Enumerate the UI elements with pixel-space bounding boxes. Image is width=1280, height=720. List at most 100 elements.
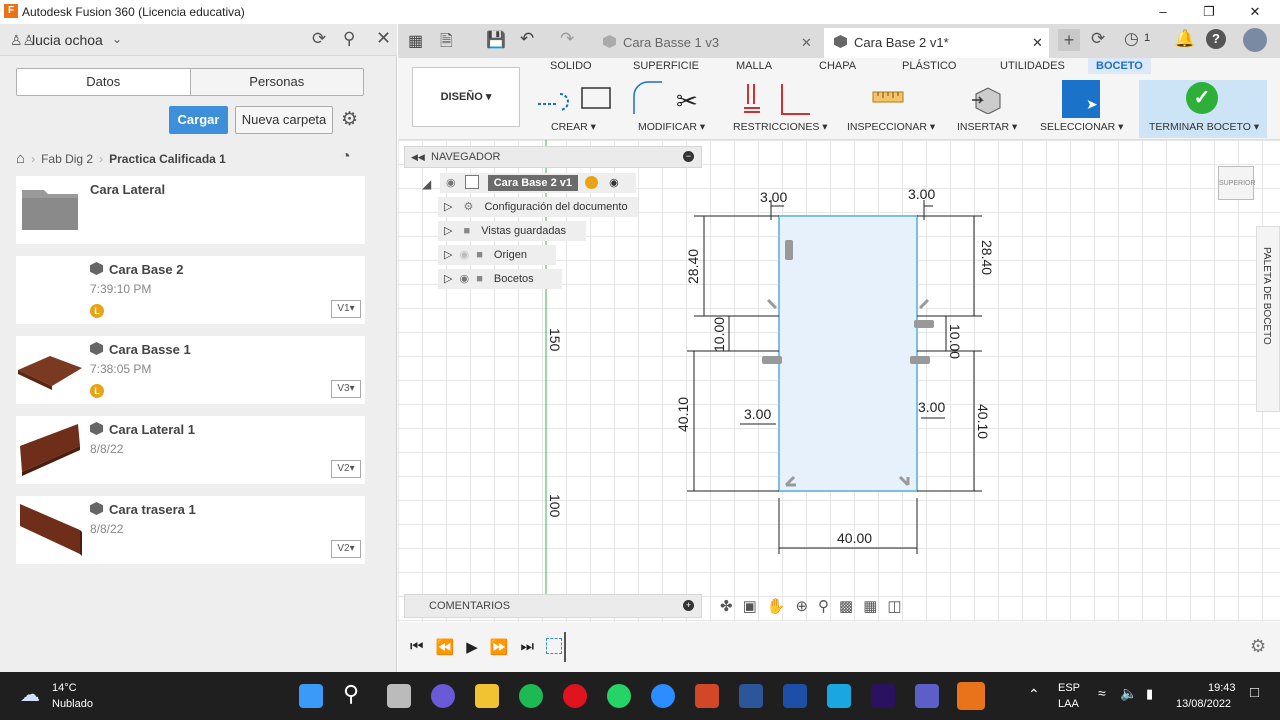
grid-settings-icon[interactable]: ▦ [863, 597, 877, 615]
chevron-down-icon[interactable]: ⌄ [112, 32, 122, 46]
rectangle-icon[interactable] [581, 87, 611, 109]
eye-icon[interactable]: ◉ [446, 177, 456, 189]
version-dropdown[interactable]: V3▾ [331, 380, 361, 398]
tab-personas[interactable]: Personas [191, 69, 364, 95]
word-icon[interactable] [739, 684, 763, 708]
close-tab-icon[interactable]: ✕ [1032, 28, 1043, 58]
timeline-marker[interactable] [564, 632, 566, 662]
expand-triangle-icon[interactable]: ▷ [444, 201, 452, 213]
close-tab-icon[interactable]: ✕ [801, 28, 812, 58]
pan-hand-icon[interactable]: ✋ [767, 597, 786, 615]
tab-datos[interactable]: Datos [17, 69, 191, 95]
list-item[interactable]: Cara Base 2 7:39:10 PM L V1▾ [16, 256, 365, 324]
group-restricciones[interactable]: RESTRICCIONES ▾ [733, 121, 828, 133]
browser-node-settings[interactable]: ▷ ⚙ Configuración del documento [438, 197, 638, 217]
group-seleccionar[interactable]: SELECCIONAR ▾ [1040, 121, 1123, 133]
insert-image-icon[interactable] [970, 82, 1004, 114]
go-to-start-icon[interactable]: ⏮ [410, 638, 424, 656]
search-icon[interactable]: ⚲ [343, 29, 355, 49]
wifi-icon[interactable]: ≈ [1098, 685, 1106, 701]
viewports-icon[interactable]: ◫ [887, 597, 901, 615]
powerpoint-icon[interactable] [695, 684, 719, 708]
orbit-icon[interactable]: ✤ [720, 597, 733, 615]
close-panel-icon[interactable]: ✕ [376, 28, 391, 49]
undo-icon[interactable]: ↶ [520, 29, 534, 49]
list-item[interactable]: Cara Basse 1 7:38:05 PM L V3▾ [16, 336, 365, 404]
tab-superficie[interactable]: SUPERFICIE [633, 60, 699, 72]
minimize-button[interactable]: – [1148, 2, 1178, 22]
fusion-360-icon[interactable] [957, 682, 985, 710]
upload-button[interactable]: Cargar [169, 106, 228, 134]
maximize-button[interactable]: ❐ [1194, 2, 1224, 22]
user-name[interactable]: lucia ochoa [32, 32, 103, 48]
coincident-constraint-icon[interactable] [744, 84, 760, 113]
tab-boceto[interactable]: BOCETO [1088, 58, 1151, 74]
job-status-icon[interactable]: ◷ [1124, 29, 1139, 49]
go-to-end-icon[interactable]: ⏭ [520, 638, 534, 656]
notifications-bell-icon[interactable]: 🔔 [1174, 29, 1195, 49]
opera-icon[interactable] [563, 684, 587, 708]
file-menu-icon[interactable]: 🗎 [440, 30, 453, 57]
browser-node-sketches[interactable]: ▷ ◉ ■ Bocetos [438, 269, 562, 289]
volume-icon[interactable]: 🔈 [1120, 685, 1137, 702]
tab-chapa[interactable]: CHAPA [819, 60, 856, 72]
viewcube[interactable]: SUPERIOR [1218, 166, 1256, 200]
battery-icon[interactable]: ▮ [1146, 686, 1153, 702]
comments-panel[interactable]: COMENTARIOS + [404, 594, 702, 618]
version-dropdown[interactable]: V1▾ [331, 300, 361, 318]
list-item[interactable]: Cara Lateral 1 8/8/22 V2▾ [16, 416, 365, 484]
tab-cara-base-2[interactable]: Cara Base 2 v1* ✕ [824, 28, 1049, 58]
collapse-browser-icon[interactable]: − [683, 151, 694, 162]
grid-apps-icon[interactable]: ▦ [408, 31, 423, 51]
browser-node-views[interactable]: ▷ ■ Vistas guardadas [438, 221, 586, 241]
tab-solido[interactable]: SOLIDO [550, 60, 592, 72]
breadcrumb-project[interactable]: Fab Dig 2 [41, 152, 93, 166]
tab-malla[interactable]: MALLA [736, 60, 772, 72]
browser-root-node[interactable]: ◉ Cara Base 2 v1 ◉ [440, 173, 636, 193]
expand-root-icon[interactable]: ◢ [422, 177, 431, 191]
globe-icon[interactable]: ◔ [341, 148, 351, 166]
browser-node-origin[interactable]: ▷ ◉ ■ Origen [438, 245, 556, 265]
list-item[interactable]: Cara Lateral [16, 176, 365, 244]
look-at-icon[interactable]: ▣ [743, 597, 757, 615]
edge-icon[interactable] [827, 684, 851, 708]
zoom-icon[interactable]: ⊕ [795, 597, 808, 615]
file-explorer-icon[interactable] [475, 684, 499, 708]
group-modificar[interactable]: MODIFICAR ▾ [638, 121, 705, 133]
clock-time[interactable]: 19:43 [1208, 682, 1236, 694]
notifications-icon[interactable]: □ [1250, 684, 1259, 701]
expand-triangle-icon[interactable]: ▷ [444, 225, 452, 237]
whatsapp-icon[interactable] [607, 684, 631, 708]
activate-radio-icon[interactable]: ◉ [609, 177, 619, 189]
timeline-settings-gear-icon[interactable]: ⚙ [1250, 636, 1266, 657]
line-icon[interactable] [538, 93, 569, 111]
step-back-icon[interactable]: ⏪ [436, 638, 455, 656]
help-icon[interactable]: ? [1206, 29, 1226, 49]
play-icon[interactable]: ▶ [466, 638, 478, 656]
perpendicular-constraint-icon[interactable] [781, 84, 810, 115]
lang-layout[interactable]: LAA [1058, 698, 1079, 710]
eye-icon[interactable]: ◉ [460, 273, 470, 285]
chevron-up-icon[interactable]: ⌃ [1028, 686, 1040, 703]
measure-icon[interactable] [870, 82, 906, 112]
hidden-eye-icon[interactable]: ◉ [460, 249, 470, 261]
task-view-icon[interactable] [387, 684, 411, 708]
browser-header[interactable]: ◀◀ NAVEGADOR − [404, 146, 702, 168]
group-crear[interactable]: CREAR ▾ [551, 121, 596, 133]
fillet-icon[interactable] [633, 81, 662, 114]
home-icon[interactable]: ⌂ [16, 150, 25, 167]
clock-date[interactable]: 13/08/2022 [1176, 698, 1231, 710]
premiere-icon[interactable] [871, 684, 895, 708]
tab-cara-basse-1[interactable]: Cara Basse 1 v3 ✕ [593, 28, 818, 58]
close-button[interactable]: ✕ [1240, 2, 1270, 22]
version-dropdown[interactable]: V2▾ [331, 540, 361, 558]
display-settings-icon[interactable]: ▩ [839, 597, 853, 615]
avatar[interactable] [1243, 28, 1267, 52]
workspace-switcher[interactable]: DISEÑO ▾ [412, 67, 520, 127]
lang-code[interactable]: ESP [1058, 682, 1080, 694]
viewport-canvas[interactable]: 150 100 3.00 3.00 28.40 28.40 10.00 10.0… [398, 140, 1280, 622]
zoom-icon[interactable] [651, 684, 675, 708]
expand-triangle-icon[interactable]: ▷ [444, 273, 452, 285]
settings-gear-icon[interactable]: ⚙ [341, 108, 358, 131]
sketch-palette-tab[interactable]: PALETA DE BOCETO [1256, 226, 1280, 412]
